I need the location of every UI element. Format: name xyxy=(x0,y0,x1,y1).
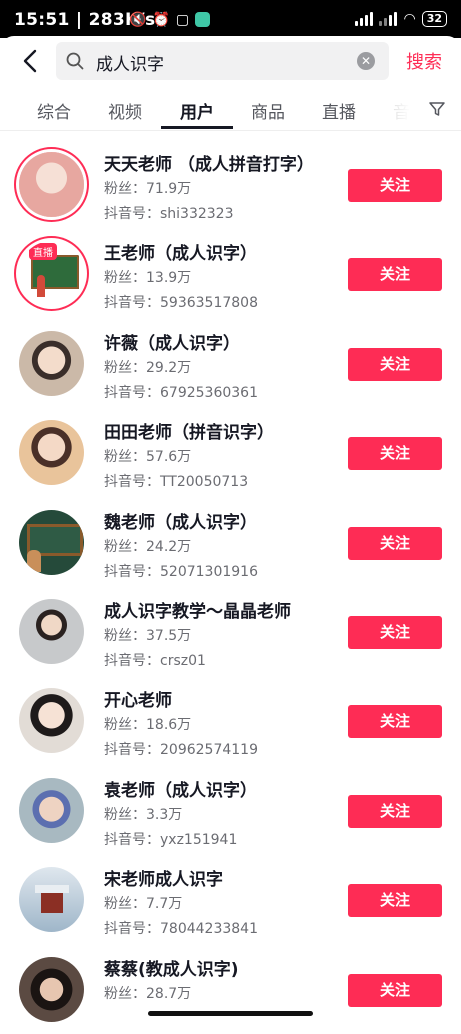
fans-count: 粉丝：57.6万 xyxy=(104,449,192,466)
douyin-id: 抖音号：78044233841 xyxy=(104,921,258,938)
tab-video[interactable]: 视频 xyxy=(108,98,142,123)
douyin-id: 抖音号：20962574119 xyxy=(104,742,258,759)
user-list: 天天老师 （成人拼音打字） 粉丝：71.9万 抖音号：shi332323 关注 … xyxy=(0,140,461,1034)
tab-general[interactable]: 综合 xyxy=(37,98,71,123)
search-button[interactable]: 搜索 xyxy=(406,48,442,74)
fans-count: 粉丝：3.3万 xyxy=(104,806,183,823)
follow-button[interactable]: 关注 xyxy=(348,437,442,471)
fans-count: 粉丝：28.7万 xyxy=(104,985,192,1002)
fans-count: 粉丝：13.9万 xyxy=(104,270,192,287)
search-input[interactable]: 成人识字 ✕ xyxy=(56,42,389,80)
nfc-icon: ▢ xyxy=(175,12,190,28)
avatar[interactable] xyxy=(19,420,84,486)
search-icon xyxy=(66,52,84,70)
back-arrow-icon[interactable] xyxy=(18,48,44,74)
user-name: 宋老师成人识字 xyxy=(104,870,223,891)
avatar[interactable] xyxy=(19,598,84,664)
user-row[interactable]: 蔡蔡(教成人识字) 粉丝：28.7万 关注 xyxy=(0,945,461,1034)
fans-count: 粉丝：37.5万 xyxy=(104,627,192,644)
douyin-id: 抖音号：yxz151941 xyxy=(104,831,238,848)
signal-icon xyxy=(355,12,374,26)
user-name: 蔡蔡(教成人识字) xyxy=(104,959,239,980)
avatar[interactable] xyxy=(19,688,84,754)
avatar[interactable] xyxy=(19,956,84,1022)
user-row[interactable]: 田田老师（拼音识字） 粉丝：57.6万 抖音号：TT20050713 关注 xyxy=(0,408,461,497)
status-bar: 15:51 | 283K/s 🔇 ⏰ ▢ ◠ 32 xyxy=(0,0,461,38)
fans-count: 粉丝：24.2万 xyxy=(104,538,192,555)
user-row[interactable]: 魏老师（成人识字） 粉丝：24.2万 抖音号：52071301916 关注 xyxy=(0,498,461,587)
avatar[interactable] xyxy=(19,867,84,933)
douyin-id: 抖音号：67925360361 xyxy=(104,384,258,401)
douyin-id: 抖音号：59363517808 xyxy=(104,295,258,312)
follow-button[interactable]: 关注 xyxy=(348,884,442,918)
tab-products[interactable]: 商品 xyxy=(251,98,285,123)
avatar[interactable] xyxy=(19,509,84,575)
follow-button[interactable]: 关注 xyxy=(348,973,442,1007)
user-row[interactable]: 开心老师 粉丝：18.6万 抖音号：20962574119 关注 xyxy=(0,676,461,765)
tabs-fade xyxy=(368,88,428,128)
tab-users[interactable]: 用户 xyxy=(180,98,214,123)
clear-icon[interactable]: ✕ xyxy=(357,52,375,70)
user-name: 天天老师 （成人拼音打字） xyxy=(104,155,314,175)
douyin-id: 抖音号：TT20050713 xyxy=(104,474,249,491)
fans-count: 粉丝：29.2万 xyxy=(104,359,192,376)
fans-count: 粉丝：71.9万 xyxy=(104,181,192,197)
result-tabs: 综合 视频 用户 商品 直播 音 xyxy=(0,88,461,131)
fans-count: 粉丝：18.6万 xyxy=(104,717,192,734)
user-name: 魏老师（成人识字） xyxy=(104,512,257,533)
user-row[interactable]: 天天老师 （成人拼音打字） 粉丝：71.9万 抖音号：shi332323 关注 xyxy=(0,140,461,229)
follow-button[interactable]: 关注 xyxy=(348,794,442,828)
tab-live[interactable]: 直播 xyxy=(322,98,356,123)
app-icon xyxy=(195,12,211,27)
douyin-id: 抖音号：crsz01 xyxy=(104,652,206,669)
user-row[interactable]: 宋老师成人识字 粉丝：7.7万 抖音号：78044233841 关注 xyxy=(0,855,461,944)
user-name: 开心老师 xyxy=(104,691,172,712)
douyin-id: 抖音号：52071301916 xyxy=(104,563,258,580)
mute-icon: 🔇 xyxy=(129,12,147,28)
status-right: ◠ 32 xyxy=(355,11,447,27)
home-indicator[interactable] xyxy=(148,1011,313,1016)
follow-button[interactable]: 关注 xyxy=(348,347,442,381)
avatar[interactable] xyxy=(19,330,84,396)
user-name: 王老师（成人识字） xyxy=(104,244,257,265)
fans-count: 粉丝：7.7万 xyxy=(104,896,183,913)
user-row[interactable]: 袁老师（成人识字） 粉丝：3.3万 抖音号：yxz151941 关注 xyxy=(0,766,461,855)
user-row[interactable]: 许薇（成人识字） 粉丝：29.2万 抖音号：67925360361 关注 xyxy=(0,319,461,408)
user-name: 许薇（成人识字） xyxy=(104,333,240,354)
user-row[interactable]: 成人识字教学～晶晶老师 粉丝：37.5万 抖音号：crsz01 关注 xyxy=(0,587,461,676)
signal-icon-2 xyxy=(379,12,398,26)
wifi-icon: ◠ xyxy=(403,11,416,27)
avatar[interactable] xyxy=(19,152,84,217)
filter-icon[interactable] xyxy=(428,100,446,118)
alarm-icon: ⏰ xyxy=(152,12,170,28)
user-row[interactable]: 直播 王老师（成人识字） 粉丝：13.9万 抖音号：59363517808 关注 xyxy=(0,229,461,318)
live-badge: 直播 xyxy=(29,243,57,261)
follow-button[interactable]: 关注 xyxy=(348,705,442,739)
user-name: 田田老师（拼音识字） xyxy=(104,423,274,444)
status-notification-icons: 🔇 ⏰ ▢ xyxy=(129,12,211,28)
search-query: 成人识字 xyxy=(96,55,164,75)
follow-button[interactable]: 关注 xyxy=(348,169,442,202)
user-name: 成人识字教学～晶晶老师 xyxy=(104,601,291,622)
avatar[interactable]: 直播 xyxy=(19,241,84,307)
avatar[interactable] xyxy=(19,777,84,843)
follow-button[interactable]: 关注 xyxy=(348,526,442,560)
tab-active-indicator xyxy=(161,126,233,129)
follow-button[interactable]: 关注 xyxy=(348,615,442,649)
douyin-id: 抖音号：shi332323 xyxy=(104,206,234,222)
search-header: 成人识字 ✕ 搜索 xyxy=(0,36,461,86)
user-name: 袁老师（成人识字） xyxy=(104,780,257,801)
battery-icon: 32 xyxy=(421,11,447,27)
follow-button[interactable]: 关注 xyxy=(348,258,442,292)
